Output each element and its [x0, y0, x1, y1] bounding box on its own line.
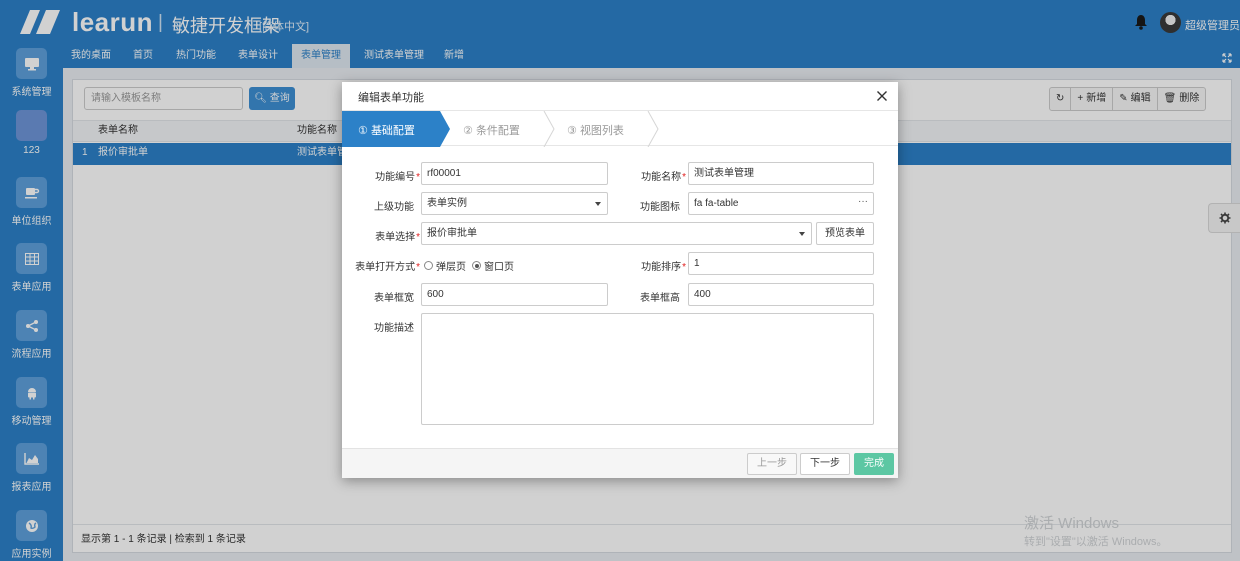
step-condition-config[interactable]: ② 条件配置: [463, 122, 520, 138]
radio-circle-selected: [472, 261, 481, 270]
code-field[interactable]: rf00001: [421, 162, 608, 185]
step-number: ①: [358, 125, 368, 137]
width-field[interactable]: 600: [421, 283, 608, 306]
dialog-footer: 上一步 下一步 完成: [342, 448, 898, 478]
height-field[interactable]: 400: [688, 283, 874, 306]
icon-label: 功能图标: [640, 202, 680, 213]
icon-field[interactable]: fa fa-table ···: [688, 192, 874, 215]
code-label: 功能编号*: [375, 172, 420, 183]
prev-step-button[interactable]: 上一步: [747, 453, 797, 475]
edit-function-dialog: 编辑表单功能 ① 基础配置 ② 条件配置 ③ 视图列表 功能编号* rf0000…: [342, 82, 898, 478]
radio-popup-label: 弹层页: [436, 262, 466, 273]
radio-popup[interactable]: 弹层页: [424, 258, 466, 273]
next-step-button[interactable]: 下一步: [800, 453, 850, 475]
close-icon[interactable]: [876, 90, 888, 102]
parent-label: 上级功能: [374, 202, 414, 213]
step-number: ③: [567, 125, 577, 137]
chevron-down-icon: [595, 202, 601, 206]
width-label: 表单框宽: [374, 293, 414, 304]
name-label: 功能名称*: [641, 172, 686, 183]
height-label: 表单框高: [640, 293, 680, 304]
form-select[interactable]: 报价审批单: [421, 222, 812, 245]
step-label: 基础配置: [370, 125, 415, 137]
description-label: 功能描述: [374, 323, 414, 334]
chevron-down-icon: [799, 232, 805, 236]
step-view-list[interactable]: ③ 视图列表: [567, 122, 624, 138]
form-select-label: 表单选择*: [375, 232, 420, 243]
radio-circle: [424, 261, 433, 270]
radio-window[interactable]: 窗口页: [472, 258, 514, 273]
open-mode-label: 表单打开方式*: [355, 262, 420, 273]
step-basic-config[interactable]: ① 基础配置: [358, 122, 415, 138]
step-label: 视图列表: [579, 125, 624, 137]
step-label: 条件配置: [475, 125, 520, 137]
step-wizard: ① 基础配置 ② 条件配置 ③ 视图列表: [342, 110, 898, 147]
parent-select-value: 表单实例: [427, 198, 467, 209]
form-select-value: 报价审批单: [427, 228, 477, 239]
parent-select[interactable]: 表单实例: [421, 192, 608, 215]
description-textarea[interactable]: [421, 313, 874, 425]
radio-window-label: 窗口页: [484, 262, 514, 273]
name-field[interactable]: 测试表单管理: [688, 162, 874, 185]
step-number: ②: [463, 125, 473, 137]
more-icon[interactable]: ···: [858, 191, 868, 212]
finish-button[interactable]: 完成: [854, 453, 894, 475]
sort-field[interactable]: 1: [688, 252, 874, 275]
icon-field-value: fa fa-table: [694, 198, 739, 209]
sort-label: 功能排序*: [641, 262, 686, 273]
dialog-title: 编辑表单功能: [358, 92, 424, 104]
preview-form-button[interactable]: 预览表单: [816, 222, 874, 245]
